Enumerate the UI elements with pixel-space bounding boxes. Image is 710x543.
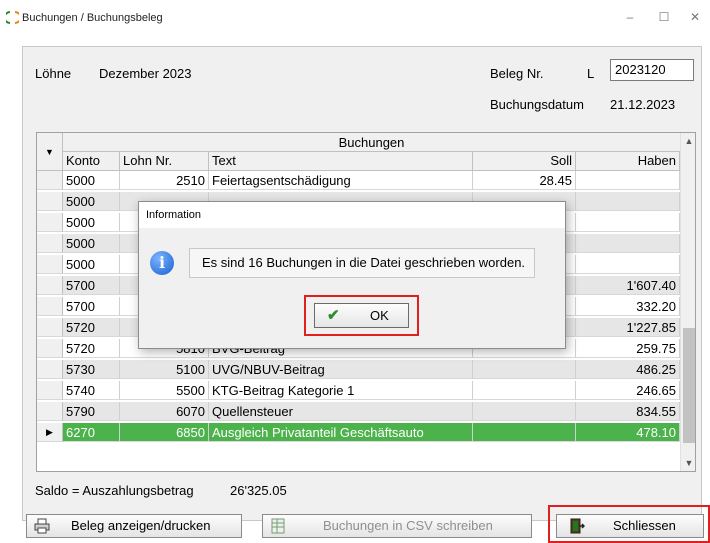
cell-haben[interactable]	[576, 255, 680, 274]
grid-group-header: Buchungen	[63, 133, 680, 152]
row-header[interactable]	[37, 213, 63, 232]
row-header[interactable]	[37, 234, 63, 253]
cell-lohn-nr[interactable]: 5100	[120, 360, 209, 379]
info-icon: i	[150, 251, 174, 275]
scroll-up-icon[interactable]: ▲	[681, 133, 695, 149]
print-icon	[34, 518, 50, 534]
app-icon	[6, 11, 19, 24]
cell-konto[interactable]: 5700	[63, 276, 120, 295]
beleg-label: Beleg Nr.	[490, 66, 544, 81]
cell-haben[interactable]: 1'607.40	[576, 276, 680, 295]
row-header[interactable]	[37, 171, 63, 190]
spreadsheet-icon	[271, 518, 285, 534]
maximize-button[interactable]: ☐	[651, 6, 677, 28]
vertical-scrollbar[interactable]: ▲ ▼	[680, 133, 695, 471]
dialog-message: Es sind 16 Buchungen in die Datei geschr…	[189, 248, 535, 278]
table-row[interactable]: 5730 5100 UVG/NBUV-Beitrag 486.25	[37, 360, 680, 379]
cell-lohn-nr[interactable]: 5500	[120, 381, 209, 400]
cell-lohn-nr[interactable]: 2510	[120, 171, 209, 190]
scroll-down-icon[interactable]: ▼	[681, 455, 695, 471]
grid-menu-button[interactable]: ▼	[37, 133, 63, 171]
close-window-button[interactable]: ✕	[682, 6, 708, 28]
cell-haben[interactable]: 246.65	[576, 381, 680, 400]
cell-konto[interactable]: 5720	[63, 339, 120, 358]
table-row[interactable]: ▶ 6270 6850 Ausgleich Privatanteil Geschäft…	[37, 423, 680, 442]
beleg-prefix: L	[587, 66, 595, 81]
cell-lohn-nr[interactable]: 6850	[120, 423, 209, 442]
column-header-konto[interactable]: Konto	[63, 152, 120, 171]
cell-konto[interactable]: 5700	[63, 297, 120, 316]
cell-soll[interactable]	[473, 360, 576, 379]
cell-text[interactable]: Quellensteuer	[209, 402, 473, 421]
cell-haben[interactable]: 834.55	[576, 402, 680, 421]
print-voucher-label: Beleg anzeigen/drucken	[71, 518, 211, 533]
cell-soll[interactable]	[473, 423, 576, 442]
beleg-number-input[interactable]: 2023120	[610, 59, 694, 81]
information-dialog: Information i Es sind 16 Buchungen in di…	[138, 201, 566, 349]
cell-soll[interactable]	[473, 402, 576, 421]
export-csv-button[interactable]: Buchungen in CSV schreiben	[262, 514, 532, 538]
print-voucher-button[interactable]: Beleg anzeigen/drucken	[26, 514, 242, 538]
column-header-text[interactable]: Text	[209, 152, 473, 171]
cell-text[interactable]: Feiertagsentschädigung	[209, 171, 473, 190]
cell-haben[interactable]	[576, 192, 680, 211]
table-row[interactable]: 5000 2510 Feiertagsentschädigung 28.45	[37, 171, 680, 190]
row-header[interactable]	[37, 192, 63, 211]
close-highlight-frame	[548, 505, 710, 543]
cell-haben[interactable]: 486.25	[576, 360, 680, 379]
cell-konto[interactable]: 5000	[63, 192, 120, 211]
minimize-button[interactable]: –	[617, 6, 643, 28]
scrollbar-thumb[interactable]	[683, 328, 695, 443]
column-header-haben[interactable]: Haben	[576, 152, 680, 171]
cell-haben[interactable]: 332.20	[576, 297, 680, 316]
dialog-title: Information	[139, 202, 565, 228]
cell-soll[interactable]: 28.45	[473, 171, 576, 190]
cell-text[interactable]: KTG-Beitrag Kategorie 1	[209, 381, 473, 400]
cell-lohn-nr[interactable]: 6070	[120, 402, 209, 421]
row-header[interactable]	[37, 339, 63, 358]
cell-konto[interactable]: 5000	[63, 234, 120, 253]
cell-konto[interactable]: 5720	[63, 318, 120, 337]
cell-konto[interactable]: 5000	[63, 213, 120, 232]
row-header[interactable]	[37, 297, 63, 316]
export-csv-label: Buchungen in CSV schreiben	[323, 518, 493, 533]
row-header[interactable]	[37, 276, 63, 295]
cell-soll[interactable]	[473, 381, 576, 400]
cell-text[interactable]: UVG/NBUV-Beitrag	[209, 360, 473, 379]
column-header-soll[interactable]: Soll	[473, 152, 576, 171]
cell-konto[interactable]: 6270	[63, 423, 120, 442]
date-label: Buchungsdatum	[490, 97, 584, 112]
row-header[interactable]	[37, 255, 63, 274]
row-header[interactable]	[37, 318, 63, 337]
row-header[interactable]	[37, 360, 63, 379]
title-bar: Buchungen / Buchungsbeleg – ☐ ✕	[0, 0, 710, 36]
row-header[interactable]	[37, 381, 63, 400]
cell-konto[interactable]: 5000	[63, 171, 120, 190]
cell-konto[interactable]: 5790	[63, 402, 120, 421]
row-header[interactable]: ▶	[37, 423, 63, 442]
cell-text[interactable]: Ausgleich Privatanteil Geschäftsauto	[209, 423, 473, 442]
cell-konto[interactable]: 5730	[63, 360, 120, 379]
table-row[interactable]: 5790 6070 Quellensteuer 834.55	[37, 402, 680, 421]
row-header[interactable]	[37, 402, 63, 421]
table-row[interactable]: 5740 5500 KTG-Beitrag Kategorie 1 246.65	[37, 381, 680, 400]
period-label: Dezember 2023	[99, 66, 192, 81]
saldo-value: 26'325.05	[230, 483, 287, 498]
cell-haben[interactable]: 478.10	[576, 423, 680, 442]
cell-haben[interactable]	[576, 234, 680, 253]
date-value: 21.12.2023	[610, 97, 676, 112]
cell-konto[interactable]: 5740	[63, 381, 120, 400]
column-header-lohn-nr[interactable]: Lohn Nr.	[120, 152, 209, 171]
cell-haben[interactable]: 1'227.85	[576, 318, 680, 337]
cell-konto[interactable]: 5000	[63, 255, 120, 274]
saldo-label: Saldo = Auszahlungsbetrag	[35, 483, 194, 498]
window-title: Buchungen / Buchungsbeleg	[22, 12, 163, 24]
ok-highlight-frame	[304, 295, 419, 336]
category-label: Löhne	[35, 66, 72, 81]
cell-haben[interactable]: 259.75	[576, 339, 680, 358]
chevron-down-icon: ▼	[45, 147, 54, 157]
cell-haben[interactable]	[576, 213, 680, 232]
cell-haben[interactable]	[576, 171, 680, 190]
